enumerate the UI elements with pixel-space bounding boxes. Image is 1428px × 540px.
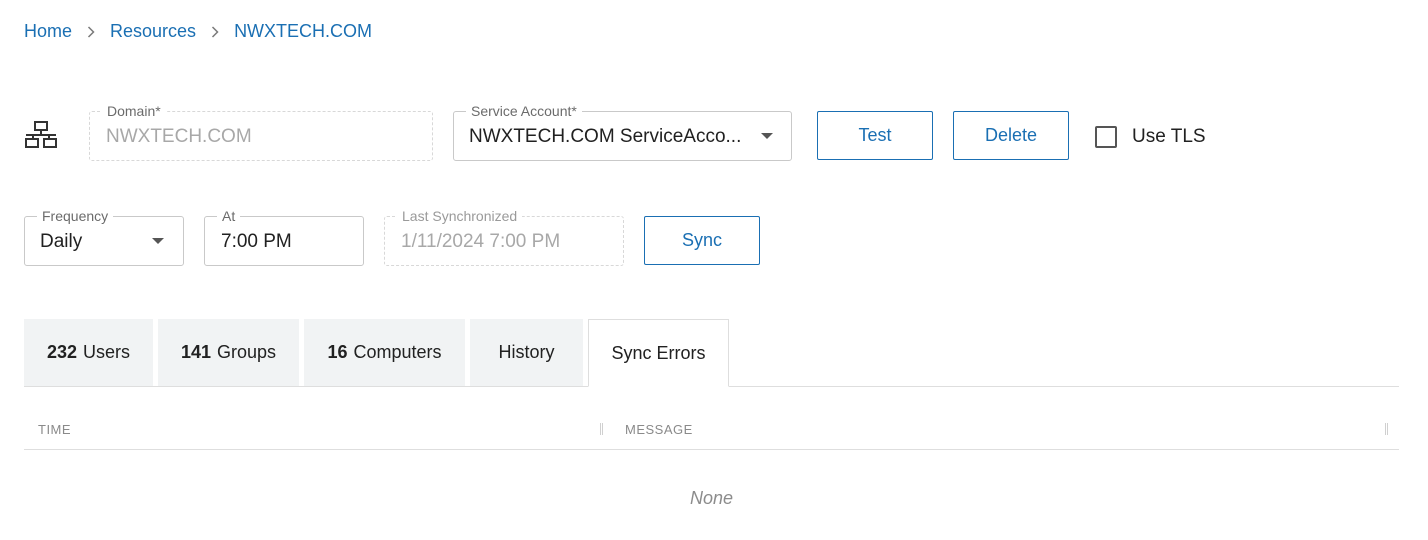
column-header-message[interactable]: MESSAGE	[625, 422, 693, 437]
tab-history-label: History	[498, 342, 555, 362]
tab-groups[interactable]: 141 Groups	[158, 319, 299, 386]
tab-sync-errors-label: Sync Errors	[611, 342, 706, 363]
tab-groups-label: Groups	[217, 342, 277, 362]
use-tls-checkbox[interactable]	[1095, 126, 1117, 148]
service-account-select[interactable]: Service Account* NWXTECH.COM ServiceAcco…	[453, 103, 792, 161]
use-tls-label: Use TLS	[1132, 126, 1206, 147]
breadcrumb-resources[interactable]: Resources	[110, 21, 196, 42]
tab-users-count: 232	[46, 342, 78, 362]
delete-button[interactable]: Delete	[953, 111, 1069, 160]
tab-history[interactable]: History	[470, 319, 583, 386]
at-time-field[interactable]: At 7:00 PM	[204, 208, 364, 266]
network-tree-icon	[24, 121, 58, 149]
tab-bar: 232 Users 141 Groups 16 Computers Histor…	[24, 319, 1399, 387]
chevron-right-icon	[72, 21, 110, 42]
chevron-right-icon	[196, 21, 234, 42]
caret-down-icon[interactable]	[152, 238, 164, 244]
frequency-value: Daily	[40, 231, 83, 252]
column-header-time[interactable]: TIME	[38, 422, 71, 437]
service-account-value: NWXTECH.COM ServiceAcco...	[469, 126, 742, 147]
domain-field: Domain* NWXTECH.COM	[89, 103, 433, 161]
breadcrumb-current[interactable]: NWXTECH.COM	[234, 21, 372, 42]
column-resize-handle[interactable]	[1385, 423, 1388, 435]
breadcrumb-home[interactable]: Home	[24, 21, 72, 42]
tab-groups-count: 141	[180, 342, 211, 362]
at-value: 7:00 PM	[221, 231, 292, 252]
tab-users-label: Users	[83, 342, 131, 362]
tab-computers-count: 16	[327, 342, 348, 362]
empty-state-text: None	[689, 488, 734, 508]
domain-field-label: Domain*	[102, 103, 166, 119]
last-synchronized-value: 1/11/2024 7:00 PM	[401, 231, 561, 252]
at-label: At	[217, 208, 241, 224]
frequency-select[interactable]: Frequency Daily	[24, 208, 184, 266]
use-tls-checkbox-wrap[interactable]: Use TLS	[1095, 126, 1206, 148]
caret-down-icon[interactable]	[761, 133, 773, 139]
last-synchronized-field: Last Synchronized 1/11/2024 7:00 PM	[384, 208, 624, 266]
column-resize-handle[interactable]	[600, 423, 603, 435]
service-account-label: Service Account*	[466, 103, 582, 119]
tab-users[interactable]: 232 Users	[24, 319, 153, 386]
tab-computers[interactable]: 16 Computers	[304, 319, 465, 386]
frequency-label: Frequency	[37, 208, 114, 224]
domain-field-value: NWXTECH.COM	[106, 126, 252, 147]
errors-grid-header: TIME MESSAGE	[24, 410, 1399, 450]
breadcrumb: Home Resources NWXTECH.COM	[24, 21, 372, 42]
test-button[interactable]: Test	[817, 111, 933, 160]
tab-sync-errors[interactable]: Sync Errors	[588, 319, 729, 387]
tab-computers-label: Computers	[353, 342, 442, 362]
last-synchronized-label: Last Synchronized	[397, 208, 523, 224]
sync-button[interactable]: Sync	[644, 216, 760, 265]
